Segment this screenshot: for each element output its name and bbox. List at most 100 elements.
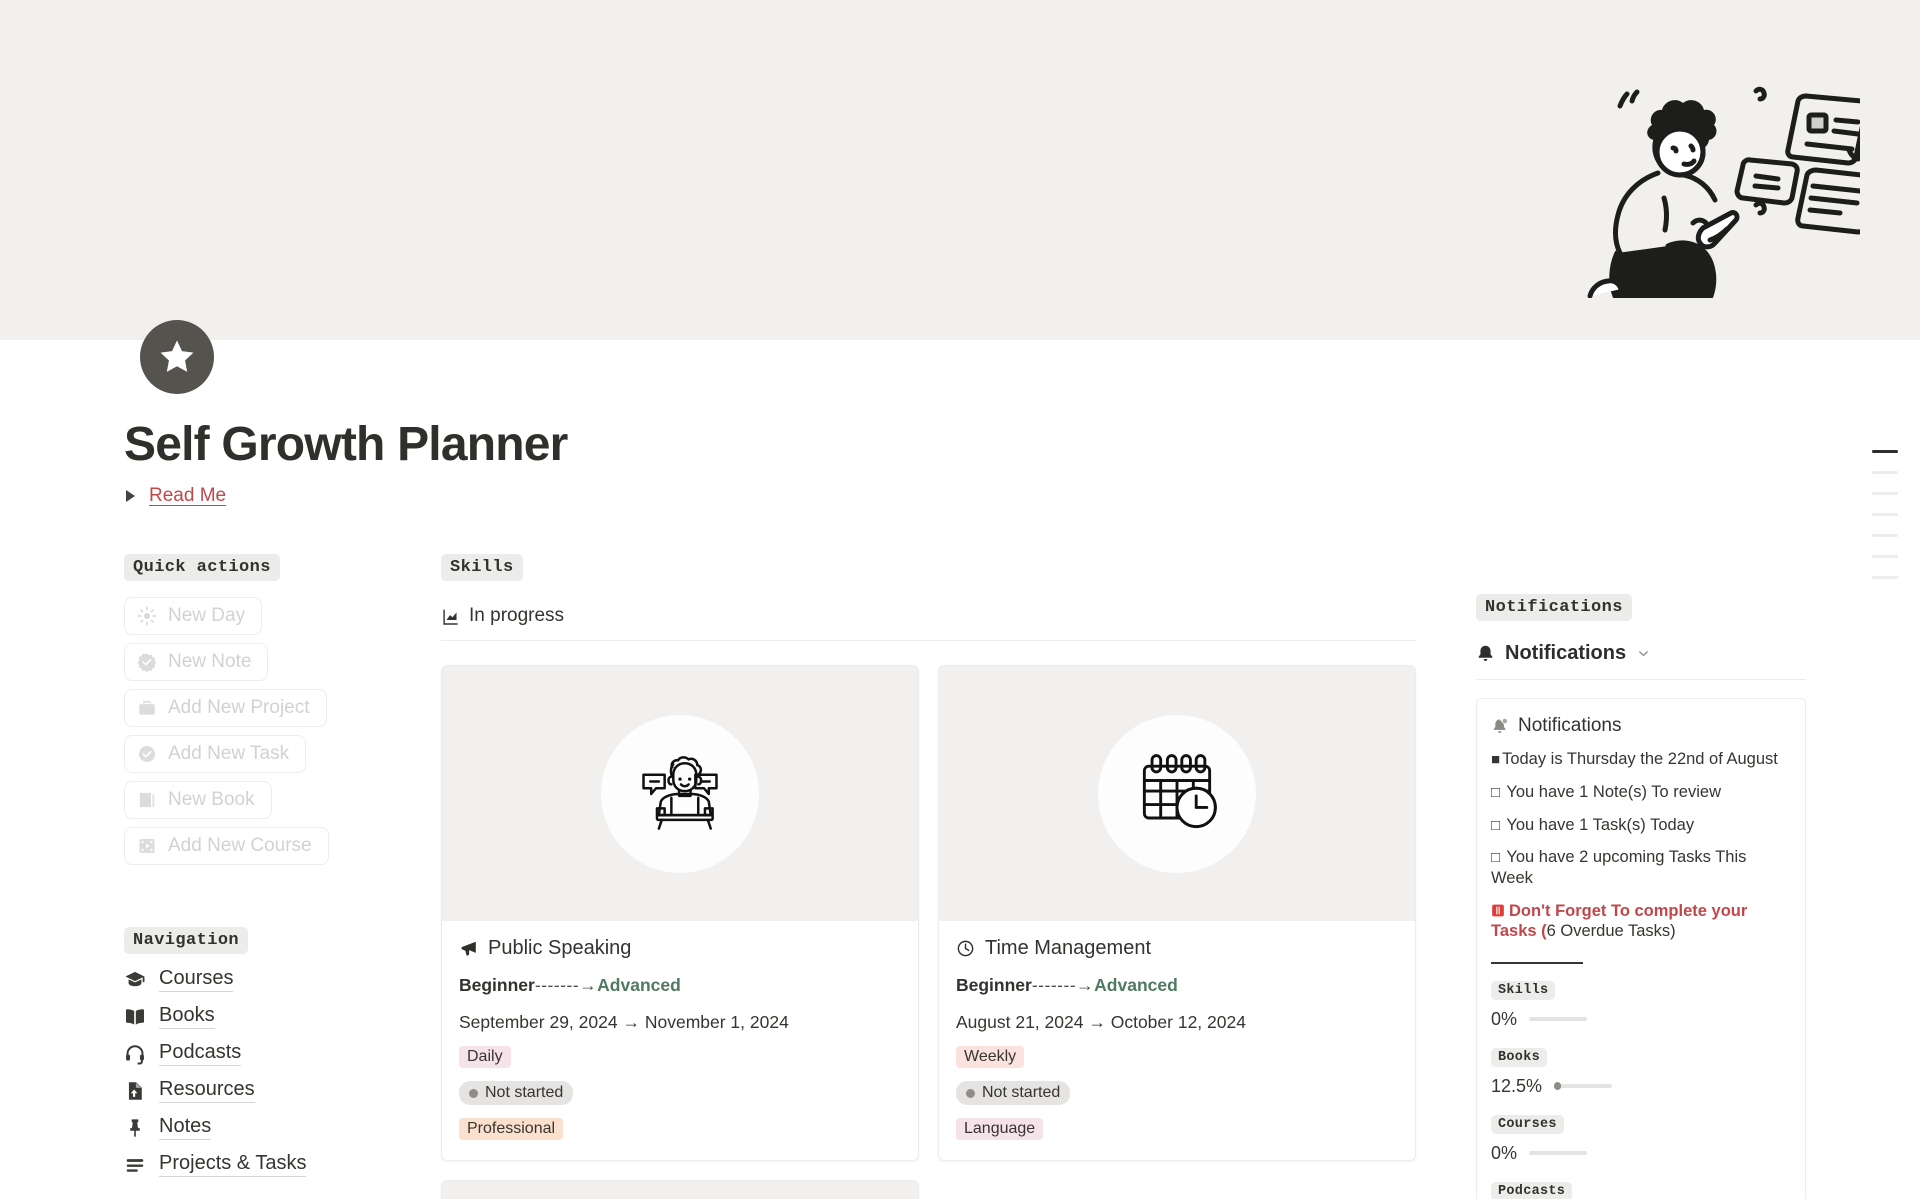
nav-item-books[interactable]: Books [124,1004,424,1029]
card-body: Time Management Beginner-------→Advanced… [939,921,1415,1160]
progress-value: 12.5% [1491,1075,1543,1096]
level-from: Beginner [956,975,1032,995]
level-to: Advanced [597,975,681,995]
nav-label: Podcasts [159,1041,242,1066]
navigation-list: Courses Books Podcasts Resources Notes P… [124,967,424,1177]
meter-group-courses: Courses 0% [1491,1114,1788,1164]
status-label: Not started [485,1084,564,1101]
toc-line[interactable] [1872,534,1898,537]
notifications-selector[interactable]: Notifications [1476,642,1806,680]
app-page: Self Growth Planner Read Me Quick action… [0,0,1920,1199]
quick-action-add-new-course[interactable]: Add New Course [124,827,329,865]
meter-group-books: Books 12.5% [1491,1047,1788,1097]
skills-view-tab[interactable]: In progress [441,605,1416,641]
notification-line: □ You have 1 Task(s) Today [1491,815,1788,836]
card-title: Public Speaking [488,937,632,959]
megaphone-icon [461,941,476,956]
bullet-filled-square-icon: ■ [1491,751,1501,768]
open-book-icon [126,1008,144,1025]
quick-actions-heading: Quick actions [124,554,280,581]
overdue-alert: Don't Forget To complete your Tasks (6 O… [1491,901,1788,942]
quick-action-add-new-project[interactable]: Add New Project [124,689,327,727]
table-of-contents-scrollbar[interactable] [1872,450,1898,579]
date-end: October 12, 2024 [1110,1012,1246,1032]
progress-bar[interactable] [1529,1151,1588,1156]
category-tag[interactable]: Professional [459,1118,564,1140]
toc-line-active[interactable] [1872,450,1898,453]
nav-item-podcasts[interactable]: Podcasts [124,1041,424,1066]
nav-label: Books [159,1004,215,1029]
chevron-down-icon[interactable] [1636,646,1651,661]
card-cover-disc [601,714,759,873]
status-label: Not started [982,1084,1061,1101]
card-level: Beginner-------→Advanced [459,975,901,996]
frequency-tag[interactable]: Daily [459,1046,511,1068]
quick-action-new-day[interactable]: New Day [124,597,263,635]
progress-row-skills: 0% [1491,1009,1788,1030]
toc-line[interactable] [1872,513,1898,516]
card-cover-disc [1098,714,1256,873]
meter-label-podcasts: Podcasts [1491,1181,1573,1199]
skill-card-public-speaking[interactable]: Public Speaking Beginner-------→Advanced… [441,665,919,1161]
page-icon[interactable] [140,320,214,394]
status-badge[interactable]: Not started [956,1081,1071,1105]
navigation-heading-wrap: Navigation [124,927,424,954]
category-tag[interactable]: Language [956,1118,1044,1140]
level-arrow: -------→ [534,975,598,995]
triangle-right-icon[interactable] [126,490,135,502]
quick-action-new-note[interactable]: New Note [124,643,269,681]
progress-bar[interactable] [1529,1017,1588,1022]
nav-item-notes[interactable]: Notes [124,1115,424,1140]
skill-card-next[interactable] [441,1180,919,1199]
progress-row-books: 12.5% [1491,1076,1788,1097]
nav-label: Projects & Tasks [159,1152,307,1177]
nav-item-resources[interactable]: Resources [124,1078,424,1103]
meter-group-podcasts: Podcasts [1491,1181,1788,1199]
status-badge[interactable]: Not started [459,1081,574,1105]
nav-item-projects-tasks[interactable]: Projects & Tasks [124,1152,424,1177]
progress-bar[interactable] [1554,1082,1613,1091]
notifications-card-title: Notifications [1518,715,1622,736]
notification-text: Today is Thursday the 22nd of August [1502,750,1778,768]
bullet-empty-square-icon: □ [1491,783,1501,801]
frequency-tag[interactable]: Weekly [956,1046,1025,1068]
notification-text: You have 1 Note(s) To review [1506,782,1721,801]
meter-label-books: Books [1491,1047,1548,1067]
card-category-row: Language [956,1118,1398,1140]
quick-action-add-new-task[interactable]: Add New Task [124,735,307,773]
cover-illustration-icon [1587,86,1860,298]
card-frequency-row: Weekly [956,1046,1398,1068]
status-dot-icon [966,1088,975,1098]
meter-label-skills: Skills [1491,980,1556,1000]
quick-actions-list: New Day New Note Add New Project Add New… [124,597,424,865]
readme-toggle[interactable]: Read Me [126,485,226,507]
progress-row-courses: 0% [1491,1143,1788,1164]
notification-line: ■ Today is Thursday the 22nd of August [1491,749,1788,770]
toc-line[interactable] [1872,576,1898,579]
readme-link[interactable]: Read Me [149,485,226,507]
toc-line[interactable] [1872,492,1898,495]
card-level: Beginner-------→Advanced [956,975,1398,996]
verified-check-icon [137,653,157,672]
page-title: Self Growth Planner [124,418,568,471]
bullet-empty-square-icon: □ [1491,816,1501,834]
progress-value: 0% [1491,1142,1518,1163]
clock-icon [957,940,974,957]
list-icon [126,1158,144,1172]
notification-text: You have 2 upcoming Tasks This Week [1491,848,1747,887]
meter-group-skills: Skills 0% [1491,980,1788,1030]
notification-line: □ You have 2 upcoming Tasks This Week [1491,847,1788,888]
quick-action-new-book[interactable]: New Book [124,781,272,819]
card-frequency-row: Daily [459,1046,901,1068]
level-to: Advanced [1094,975,1178,995]
toc-line[interactable] [1872,471,1898,474]
notifications-card: Notifications ■ Today is Thursday the 22n… [1476,698,1806,1199]
headset-icon [126,1044,144,1065]
nav-item-courses[interactable]: Courses [124,967,424,992]
toc-line[interactable] [1872,555,1898,558]
bell-icon [1478,645,1493,662]
nav-label: Courses [159,967,234,992]
status-dot-icon [469,1088,478,1098]
skill-card-time-management[interactable]: Time Management Beginner-------→Advanced… [938,665,1416,1161]
quick-action-label: Add New Course [168,835,312,856]
